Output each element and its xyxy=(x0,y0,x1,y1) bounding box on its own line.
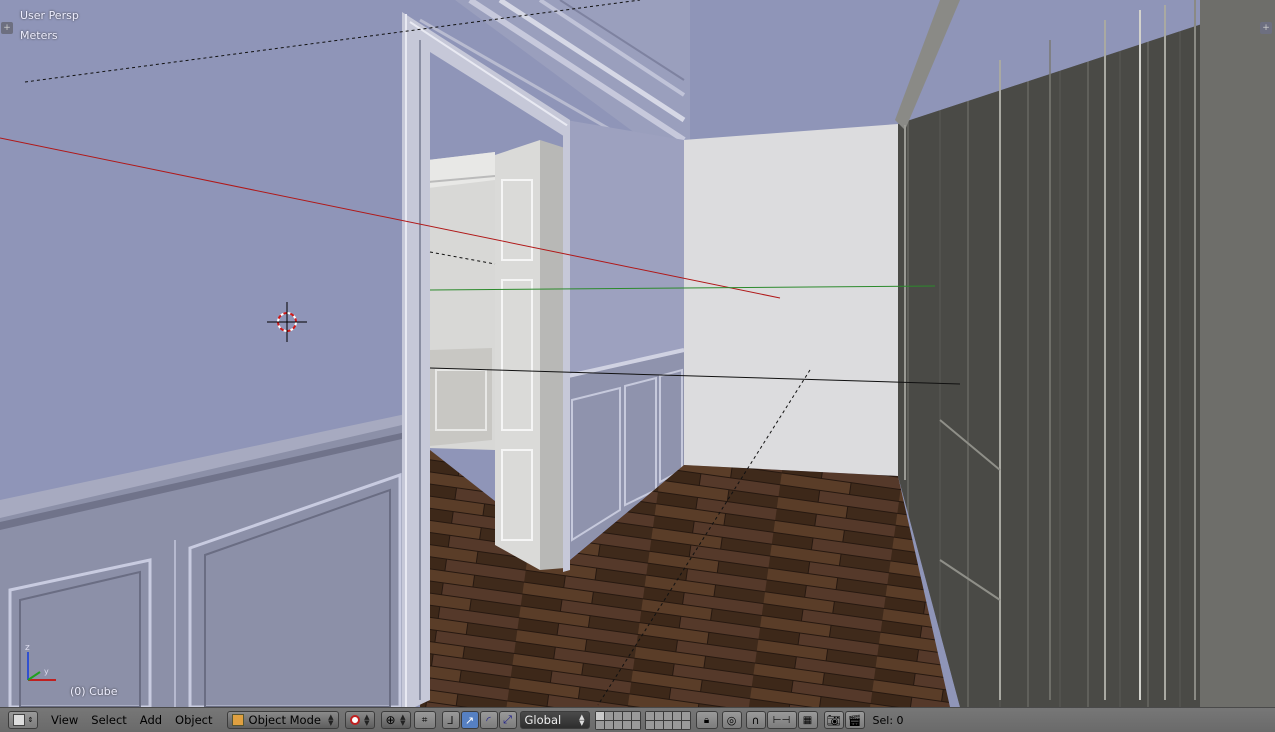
layer-grid-1[interactable] xyxy=(594,710,641,730)
render-still-button[interactable]: 📷︎ xyxy=(823,711,844,729)
lock-icon: 🔒︎ xyxy=(703,714,710,726)
rotate-button[interactable]: ◜ xyxy=(479,711,498,729)
mode-label: Object Mode xyxy=(248,713,321,727)
axis-label-y: y xyxy=(44,667,49,676)
render-animation-button[interactable]: 🎬︎ xyxy=(844,711,865,729)
shading-solid-icon xyxy=(349,715,360,725)
scale-icon: ⤢ xyxy=(503,713,512,726)
pivot-point-icon: ⊕ xyxy=(385,713,396,727)
magnet-icon: ∩ xyxy=(751,713,760,727)
scale-button[interactable]: ⤢ xyxy=(498,711,517,729)
clapperboard-icon: 🎬︎ xyxy=(847,713,862,727)
orientation-dropdown[interactable]: Global ▲ ▼ xyxy=(519,711,590,729)
3d-viewport[interactable]: z y + + User Persp Meters (0) Cube xyxy=(0,0,1275,707)
snap-button[interactable]: ∩ xyxy=(745,711,766,729)
object-mode-icon xyxy=(231,714,244,726)
properties-toggle-icon[interactable]: + xyxy=(1260,22,1272,34)
lock-layers-button[interactable]: 🔒︎ xyxy=(695,711,718,729)
translate-button[interactable]: ↗ xyxy=(460,711,479,729)
units-label: Meters xyxy=(20,29,58,42)
shading-dropdown[interactable]: ▲ ▼ xyxy=(344,711,375,729)
manipulator-icon: ⌗ xyxy=(421,714,428,726)
translate-arrow-icon: ↗ xyxy=(464,713,475,727)
snap-toggle-button[interactable]: ⌗ xyxy=(413,711,436,729)
proportional-edit-button[interactable]: ◎ xyxy=(721,711,742,729)
scene-render[interactable]: z y xyxy=(0,0,1275,707)
axis-label-z: z xyxy=(25,643,30,653)
menu-select[interactable]: Select xyxy=(91,713,126,727)
layer-grid-2[interactable] xyxy=(644,710,691,730)
pivot-dropdown[interactable]: ⊕ ▲ ▼ xyxy=(380,711,411,729)
orientation-label: Global xyxy=(524,713,562,727)
view-name: User Persp xyxy=(20,9,79,22)
proportional-edit-icon: ◎ xyxy=(726,713,737,727)
menu-view[interactable]: View xyxy=(51,713,78,727)
transform-axes-icon: ⅃ xyxy=(447,713,454,727)
selection-status: Sel: 0 xyxy=(872,713,904,727)
mode-dropdown[interactable]: Object Mode ▲ ▼ xyxy=(226,711,339,729)
snap-target-button[interactable]: ▦ xyxy=(797,711,818,729)
snap-target-icon: ▦ xyxy=(802,714,813,726)
viewport-header: ⇕ View Select Add Object Object Mode ▲ ▼ … xyxy=(0,707,1275,732)
editor-type-button[interactable]: ⇕ xyxy=(8,711,38,729)
toolshelf-toggle-icon[interactable]: + xyxy=(1,22,13,34)
camera-icon: 📷︎ xyxy=(826,713,841,727)
cube-3d-icon xyxy=(12,714,25,726)
manipulator-toggle-button[interactable]: ⅃ xyxy=(441,711,460,729)
menu-add[interactable]: Add xyxy=(140,713,162,727)
snap-element-dropdown[interactable]: ⊢⊣ xyxy=(766,711,797,729)
snap-increment-icon: ⊢⊣ xyxy=(772,714,791,726)
rotate-arc-icon: ◜ xyxy=(486,713,491,727)
object-info: (0) Cube xyxy=(70,685,118,698)
menu-object[interactable]: Object xyxy=(175,713,212,727)
